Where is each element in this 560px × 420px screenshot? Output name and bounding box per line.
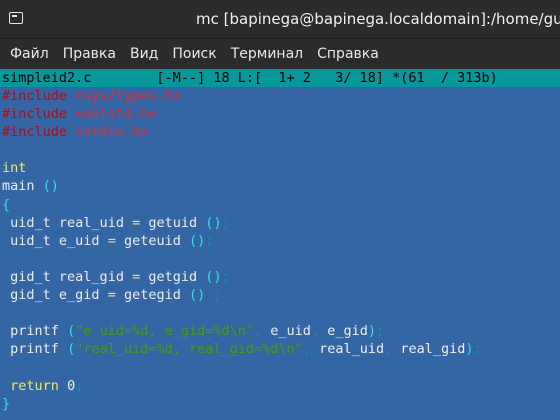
code-view[interactable]: #include <sys/types.h> #include <unistd.h…	[0, 87, 560, 413]
code-line[interactable]: main ()	[2, 177, 560, 195]
code-line[interactable]: #include <sys/types.h>	[2, 87, 560, 105]
editor-status-line: simpleid2.c [-M--] 18 L:[ 1+ 2 3/ 18] *(…	[0, 69, 560, 87]
code-line[interactable]: int	[2, 159, 560, 177]
code-line[interactable]: gid_t real_gid = getgid ();	[2, 268, 560, 286]
code-line[interactable]	[2, 250, 560, 268]
editor-area[interactable]: simpleid2.c [-M--] 18 L:[ 1+ 2 3/ 18] *(…	[0, 69, 560, 420]
window-titlebar: mc [bapinega@bapinega.localdomain]:/home…	[0, 0, 560, 39]
menu-edit[interactable]: Правка	[56, 39, 123, 69]
code-line[interactable]: return 0;	[2, 377, 560, 395]
code-line[interactable]: }	[2, 395, 560, 413]
menu-bar: Файл Правка Вид Поиск Терминал Справка	[0, 39, 560, 70]
code-line[interactable]: uid_t real_uid = getuid ();	[2, 214, 560, 232]
code-line[interactable]	[2, 304, 560, 322]
code-line[interactable]: printf ("e_uid=%d, e_gid=%d\n", e_uid, e…	[2, 322, 560, 340]
code-line[interactable]	[2, 141, 560, 159]
code-line[interactable]: {	[2, 196, 560, 214]
menu-terminal[interactable]: Терминал	[224, 39, 310, 69]
menu-search[interactable]: Поиск	[165, 39, 223, 69]
menu-file[interactable]: Файл	[3, 39, 56, 69]
menu-help[interactable]: Справка	[310, 39, 386, 69]
code-line[interactable]: #include <unistd.h>	[2, 105, 560, 123]
code-line[interactable]: uid_t e_uid = geteuid ();	[2, 232, 560, 250]
code-line[interactable]	[2, 358, 560, 376]
code-line[interactable]: gid_t e_gid = getegid () ;	[2, 286, 560, 304]
menu-view[interactable]: Вид	[123, 39, 165, 69]
code-line[interactable]: #include <stdio.h>	[2, 123, 560, 141]
window-title: mc [bapinega@bapinega.localdomain]:/home…	[196, 10, 560, 28]
code-line[interactable]: printf ("real_uid=%d, real_gid=%d\n", re…	[2, 340, 560, 358]
terminal-icon[interactable]	[9, 12, 23, 24]
